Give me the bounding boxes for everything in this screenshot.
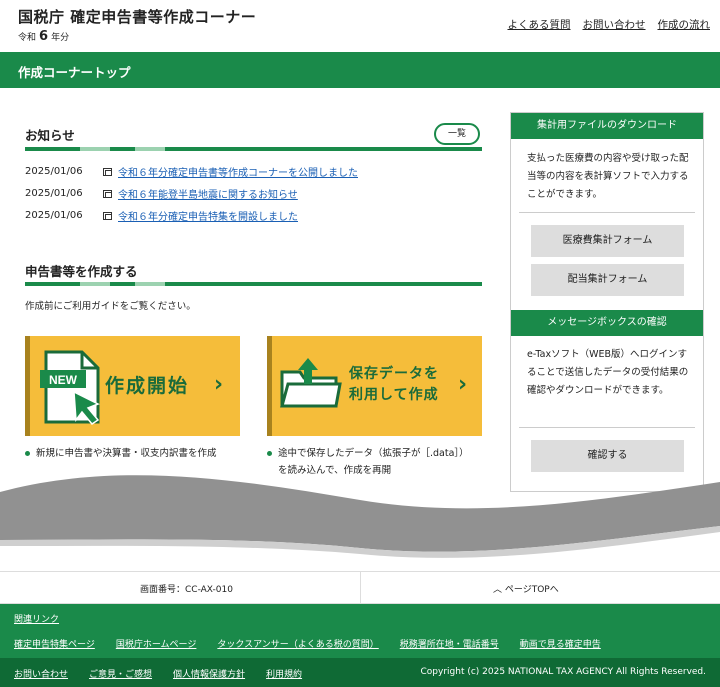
resume-label-line2: 利用して作成 — [349, 387, 439, 403]
chevron-right-icon: › — [214, 372, 224, 397]
resume-label-line1: 保存データを — [349, 366, 439, 382]
site-title: 国税庁 確定申告書等作成コーナー — [18, 8, 257, 26]
bullet-icon — [267, 451, 272, 456]
new-document-icon: NEW — [40, 350, 100, 425]
new-badge: NEW — [49, 373, 78, 387]
news-date: 2025/01/06 — [25, 166, 83, 177]
news-item: 2025/01/06 令和６年能登半島地震に関するお知らせ — [25, 186, 298, 201]
footer-bottom: お問い合わせ ご意見・ご感想 個人情報保護方針 利用規約 Copyright (… — [0, 658, 720, 687]
nav-top-label[interactable]: 作成コーナートップ — [18, 62, 131, 81]
page-top-button[interactable]: ︿ ページTOPへ — [493, 582, 559, 595]
news-link[interactable]: 令和６年分確定申告書等作成コーナーを公開しました — [118, 164, 358, 179]
medical-form-button[interactable]: 医療費集計フォーム — [531, 225, 684, 257]
bottom-links: お問い合わせ ご意見・ご感想 個人情報保護方針 利用規約 — [14, 667, 302, 680]
window-icon — [103, 211, 112, 220]
footer-link[interactable]: 税務署所在地・電話番号 — [400, 637, 499, 650]
start-new-note-text: 新規に申告書や決算書・収支内訳書を作成 — [36, 448, 217, 459]
footer-link[interactable]: 利用規約 — [266, 667, 302, 680]
news-item: 2025/01/06 令和６年分確定申告特集を開設しました — [25, 208, 298, 223]
confirm-button[interactable]: 確認する — [531, 440, 684, 472]
footer-link[interactable]: 国税庁ホームページ — [116, 637, 197, 650]
site-header: 国税庁 確定申告書等作成コーナー 令和 6 年分 よくある質問 お問い合わせ 作成の… — [0, 0, 720, 52]
resume-label: 保存データを 利用して作成 — [349, 364, 439, 406]
site-footer: 関連リンク 確定申告特集ページ 国税庁ホームページ タックスアンサー（よくある税… — [0, 604, 720, 687]
era-year: 6 — [39, 29, 49, 44]
footer-link[interactable]: タックスアンサー（よくある税の質問） — [217, 637, 378, 650]
download-text: 支払った医療費の内容や受け取った配当等の内容を表計算ソフトで入力することができま… — [527, 153, 689, 200]
footer-link[interactable]: 確定申告特集ページ — [14, 637, 95, 650]
flow-link[interactable]: 作成の流れ — [658, 17, 711, 32]
window-icon — [103, 167, 112, 176]
news-date: 2025/01/06 — [25, 210, 83, 221]
resume-saved-data-button[interactable]: 保存データを 利用して作成 › — [267, 336, 482, 436]
resume-note-line1: 途中で保存したデータ（拡張子が［.data］） — [278, 448, 469, 459]
era-suffix: 年分 — [51, 33, 70, 43]
bullet-icon — [25, 451, 30, 456]
start-new-label: 作成開始 — [105, 375, 190, 397]
related-links: 確定申告特集ページ 国税庁ホームページ タックスアンサー（よくある税の質問） 税… — [14, 637, 601, 650]
create-intro: 作成前にご利用ガイドをご覧ください。 — [25, 301, 196, 312]
copyright: Copyright (c) 2025 NATIONAL TAX AGENCY A… — [420, 667, 707, 677]
screen-number: 画面番号：CC-AX-010 — [140, 585, 233, 595]
news-link[interactable]: 令和６年能登半島地震に関するお知らせ — [118, 186, 298, 201]
footer-link[interactable]: 動画で見る確定申告 — [520, 637, 601, 650]
wave-decoration — [0, 475, 720, 558]
divider — [519, 427, 695, 428]
dividend-form-button[interactable]: 配当集計フォーム — [531, 264, 684, 296]
page-top-label: ページTOPへ — [504, 585, 559, 595]
footer-info: 画面番号：CC-AX-010 ︿ ページTOPへ — [0, 571, 720, 604]
era-prefix: 令和 — [18, 33, 37, 43]
start-new-note: 新規に申告書や決算書・収支内訳書を作成 — [25, 445, 217, 462]
news-link[interactable]: 令和６年分確定申告特集を開設しました — [118, 208, 298, 223]
header-links: よくある質問 お問い合わせ 作成の流れ — [508, 17, 711, 32]
message-text: e-Taxソフト（WEB版）へログインすることで送信したデータの受付結果の確認や… — [527, 349, 689, 396]
related-links-heading[interactable]: 関連リンク — [14, 615, 59, 625]
era-label: 令和 6 年分 — [18, 29, 69, 44]
divider — [519, 212, 695, 213]
news-item: 2025/01/06 令和６年分確定申告書等作成コーナーを公開しました — [25, 164, 358, 179]
download-heading: 集計用ファイルのダウンロード — [511, 113, 703, 139]
footer-link[interactable]: ご意見・ご感想 — [89, 667, 152, 680]
news-date: 2025/01/06 — [25, 188, 83, 199]
footer-link[interactable]: お問い合わせ — [14, 667, 68, 680]
start-new-button[interactable]: NEW 作成開始 › — [25, 336, 240, 436]
chevron-right-icon: › — [458, 372, 468, 397]
faq-link[interactable]: よくある質問 — [508, 17, 571, 32]
news-underline — [25, 147, 482, 151]
nav-bar: 作成コーナートップ — [0, 52, 720, 88]
news-list-button[interactable]: 一覧 — [434, 123, 480, 145]
create-title: 申告書等を作成する — [25, 264, 138, 279]
contact-link[interactable]: お問い合わせ — [583, 17, 646, 32]
create-underline — [25, 282, 482, 286]
news-title: お知らせ — [25, 128, 75, 143]
folder-upload-icon — [280, 358, 342, 408]
message-heading: メッセージボックスの確認 — [511, 310, 703, 336]
chevron-up-icon: ︿ — [493, 585, 505, 595]
footer-link[interactable]: 個人情報保護方針 — [173, 667, 245, 680]
divider — [360, 572, 361, 603]
window-icon — [103, 189, 112, 198]
sidebar: 集計用ファイルのダウンロード 支払った医療費の内容や受け取った配当等の内容を表計… — [510, 112, 704, 492]
